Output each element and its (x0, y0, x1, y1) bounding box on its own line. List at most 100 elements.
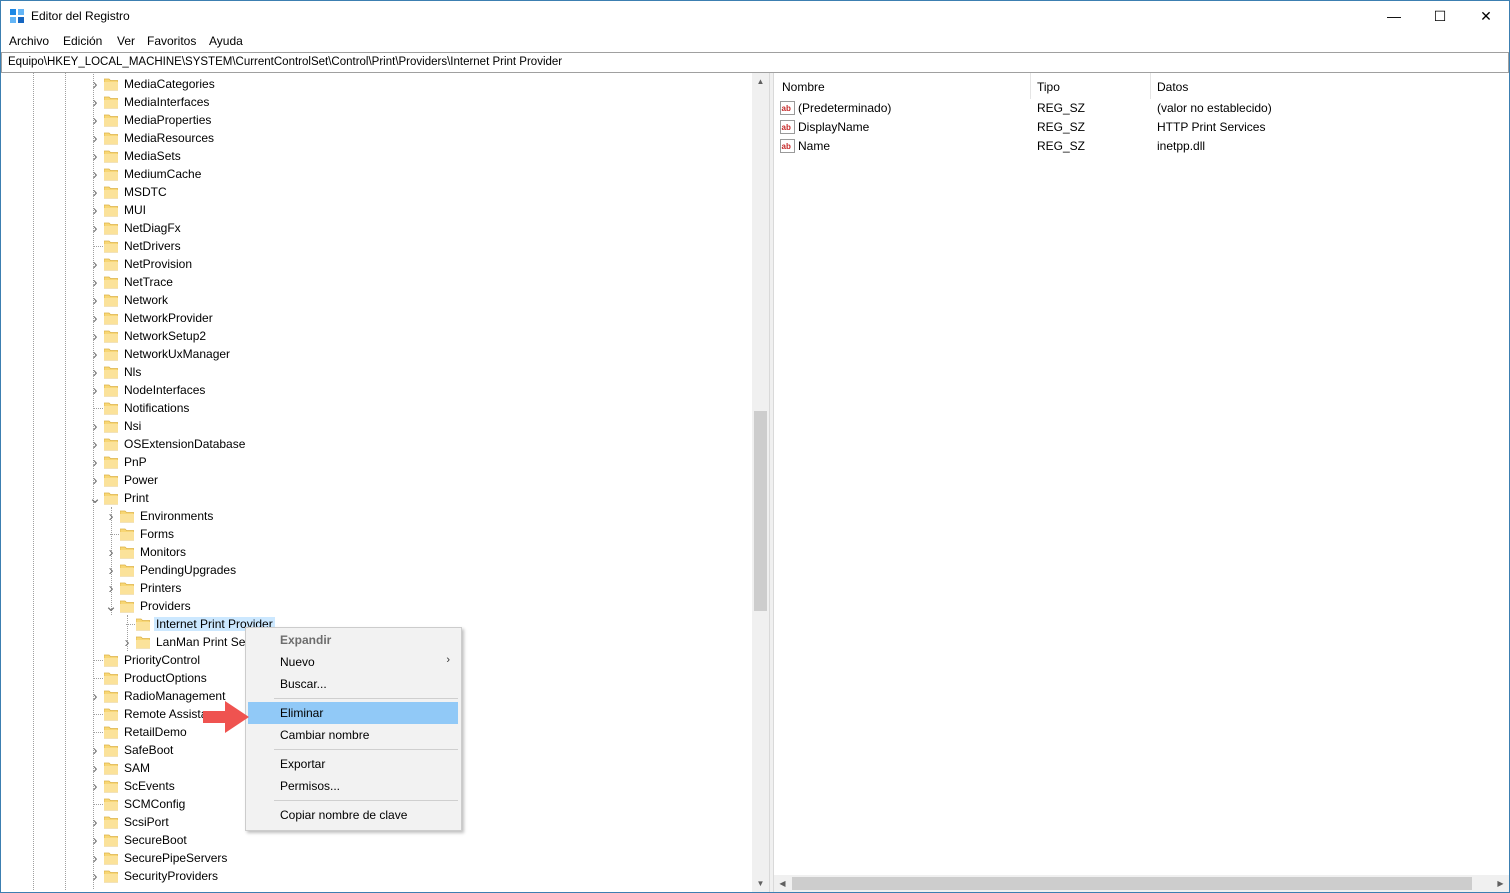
tree-node-label[interactable]: MUI (124, 203, 146, 217)
chevron-right-icon[interactable]: › (89, 75, 101, 93)
chevron-right-icon[interactable]: › (89, 813, 101, 831)
chevron-right-icon[interactable]: › (89, 345, 101, 363)
address-bar[interactable]: Equipo\HKEY_LOCAL_MACHINE\SYSTEM\Current… (1, 52, 1509, 73)
tree-node[interactable]: › PnP (1, 453, 741, 471)
tree-node-label[interactable]: MediaInterfaces (124, 95, 209, 109)
menu-find[interactable]: Buscar... (248, 673, 458, 695)
chevron-right-icon[interactable]: › (89, 111, 101, 129)
chevron-right-icon[interactable]: › (89, 849, 101, 867)
chevron-right-icon[interactable]: › (89, 165, 101, 183)
tree-node-label[interactable]: Forms (140, 527, 174, 541)
address-path[interactable]: Equipo\HKEY_LOCAL_MACHINE\SYSTEM\Current… (8, 56, 562, 68)
tree-node[interactable]: › MediaResources (1, 129, 741, 147)
tree-node-label[interactable]: ScsiPort (124, 815, 169, 829)
tree-node[interactable]: › SecurityProviders (1, 867, 741, 885)
tree-node-label[interactable]: ScEvents (124, 779, 175, 793)
menu-permissions[interactable]: Permisos... (248, 775, 458, 797)
values-horizontal-scrollbar[interactable]: ◀ ▶ (774, 875, 1509, 892)
maximize-button[interactable]: ☐ (1417, 1, 1463, 31)
menu-export[interactable]: Exportar (248, 753, 458, 775)
tree-node[interactable]: NetDrivers (1, 237, 741, 255)
tree-node[interactable]: ⌄ Providers (1, 597, 741, 615)
tree-node-label[interactable]: SafeBoot (124, 743, 173, 757)
tree-node[interactable]: › MSDTC (1, 183, 741, 201)
tree-node[interactable]: › NetDiagFx (1, 219, 741, 237)
chevron-right-icon[interactable]: › (89, 453, 101, 471)
chevron-right-icon[interactable]: › (89, 471, 101, 489)
tree-node[interactable]: › MediumCache (1, 165, 741, 183)
tree-node[interactable]: › Power (1, 471, 741, 489)
tree-node[interactable]: › NetworkSetup2 (1, 327, 741, 345)
chevron-right-icon[interactable]: › (89, 309, 101, 327)
tree-node[interactable]: › Network (1, 291, 741, 309)
tree-node-label[interactable]: NetProvision (124, 257, 192, 271)
tree-node-label[interactable]: NetworkSetup2 (124, 329, 206, 343)
tree-node-label[interactable]: Nls (124, 365, 141, 379)
tree-node[interactable]: › MediaProperties (1, 111, 741, 129)
chevron-right-icon[interactable]: › (89, 381, 101, 399)
tree-node-label[interactable]: SCMConfig (124, 797, 185, 811)
tree-node-label[interactable]: Power (124, 473, 158, 487)
tree-node-label[interactable]: ProductOptions (124, 671, 207, 685)
chevron-right-icon[interactable]: › (89, 129, 101, 147)
tree-node[interactable]: › NetProvision (1, 255, 741, 273)
tree-node-label[interactable]: Providers (140, 599, 191, 613)
tree-node[interactable]: › NetTrace (1, 273, 741, 291)
menu-new[interactable]: Nuevo › (248, 651, 458, 673)
chevron-right-icon[interactable]: › (89, 219, 101, 237)
tree-node-label[interactable]: PendingUpgrades (140, 563, 236, 577)
close-button[interactable]: ✕ (1463, 1, 1509, 31)
column-type-header[interactable]: Tipo (1037, 80, 1060, 94)
tree-node[interactable]: ⌄ Print (1, 489, 741, 507)
chevron-right-icon[interactable]: › (89, 435, 101, 453)
tree-node-label[interactable]: SecurePipeServers (124, 851, 227, 865)
tree-node[interactable]: › NodeInterfaces (1, 381, 741, 399)
scroll-left-arrow-icon[interactable]: ◀ (774, 875, 791, 892)
chevron-right-icon[interactable]: › (89, 759, 101, 777)
chevron-right-icon[interactable]: › (89, 777, 101, 795)
tree-node[interactable]: › NetworkUxManager (1, 345, 741, 363)
tree-node[interactable]: › MUI (1, 201, 741, 219)
tree-node-label[interactable]: Monitors (140, 545, 186, 559)
tree-scroll-thumb[interactable] (754, 411, 767, 611)
chevron-right-icon[interactable]: › (105, 561, 117, 579)
chevron-right-icon[interactable]: › (89, 687, 101, 705)
tree-vertical-scrollbar[interactable]: ▲ ▼ (752, 73, 769, 892)
menu-ayuda[interactable]: Ayuda (209, 34, 243, 48)
tree-node-label[interactable]: NetworkProvider (124, 311, 213, 325)
tree-node[interactable]: › Nsi (1, 417, 741, 435)
tree-node[interactable]: › MediaInterfaces (1, 93, 741, 111)
tree-node-label[interactable]: Notifications (124, 401, 189, 415)
tree-node-label[interactable]: NetTrace (124, 275, 173, 289)
scroll-up-arrow-icon[interactable]: ▲ (752, 73, 769, 90)
chevron-right-icon[interactable]: › (89, 867, 101, 885)
tree-node-label[interactable]: MediaProperties (124, 113, 211, 127)
tree-node[interactable]: Notifications (1, 399, 741, 417)
tree-node-label[interactable]: MediaCategories (124, 77, 215, 91)
tree-node[interactable]: › Monitors (1, 543, 741, 561)
menu-favoritos[interactable]: Favoritos (147, 34, 196, 48)
tree-node-label[interactable]: NetworkUxManager (124, 347, 230, 361)
tree-node-label[interactable]: Printers (140, 581, 181, 595)
tree-node[interactable]: › SecureBoot (1, 831, 741, 849)
chevron-right-icon[interactable]: › (89, 147, 101, 165)
chevron-right-icon[interactable]: › (105, 507, 117, 525)
tree-node[interactable]: › Printers (1, 579, 741, 597)
menu-ver[interactable]: Ver (117, 34, 135, 48)
menu-rename[interactable]: Cambiar nombre (248, 724, 458, 746)
tree-node[interactable]: › Nls (1, 363, 741, 381)
chevron-right-icon[interactable]: › (89, 741, 101, 759)
menu-archivo[interactable]: Archivo (9, 34, 49, 48)
scroll-right-arrow-icon[interactable]: ▶ (1492, 875, 1509, 892)
chevron-right-icon[interactable]: › (89, 183, 101, 201)
tree-node[interactable]: › Environments (1, 507, 741, 525)
tree-node-label[interactable]: SAM (124, 761, 150, 775)
tree-node[interactable]: Forms (1, 525, 741, 543)
tree-node-label[interactable]: PriorityControl (124, 653, 200, 667)
menu-delete[interactable]: Eliminar (248, 702, 458, 724)
tree-node-label[interactable]: Environments (140, 509, 213, 523)
chevron-right-icon[interactable]: › (121, 633, 133, 651)
chevron-right-icon[interactable]: › (105, 543, 117, 561)
chevron-right-icon[interactable]: › (89, 255, 101, 273)
tree-node[interactable]: › SecurePipeServers (1, 849, 741, 867)
